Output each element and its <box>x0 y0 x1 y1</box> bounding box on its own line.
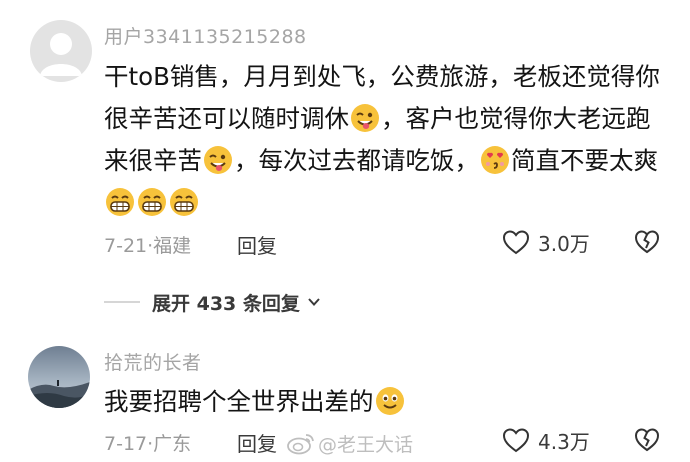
comment-date: 7-17 <box>104 433 148 455</box>
chevron-down-icon <box>308 298 320 306</box>
grin-emoji <box>106 188 134 216</box>
watermark: @老王大话 <box>286 428 413 458</box>
expand-replies-label: 展开 433 条回复 <box>152 292 300 315</box>
watermark-text: @老王大话 <box>318 433 414 456</box>
landscape-avatar-image <box>28 346 90 408</box>
comment-meta: 7-17·广东 <box>104 429 191 456</box>
comment-meta: 7-21·福建 <box>104 231 191 258</box>
comment-text-segment: 我要招聘个全世界出差的 <box>104 387 374 416</box>
avatar[interactable] <box>30 20 92 82</box>
like-count: 3.0万 <box>538 231 590 256</box>
comment-date: 7-21 <box>104 235 148 257</box>
comment-item: 用户3341135215288 干toB销售，月月到处飞，公费旅游，老板还觉得你… <box>0 0 690 300</box>
comment-text-segment: 简直不要太爽 <box>511 146 658 175</box>
like-button[interactable]: 4.3万 <box>502 426 590 454</box>
broken-heart-icon[interactable] <box>634 229 660 255</box>
wink-tongue-emoji <box>351 104 379 132</box>
like-count: 4.3万 <box>538 429 590 454</box>
reply-button[interactable]: 回复 <box>237 230 277 259</box>
broken-heart-icon[interactable] <box>634 427 660 453</box>
reply-button[interactable]: 回复 <box>237 428 277 457</box>
comment-location: 福建 <box>153 235 192 257</box>
default-avatar-icon <box>30 20 92 82</box>
grin-emoji <box>170 188 198 216</box>
grin-emoji <box>138 188 166 216</box>
comment-username[interactable]: 拾荒的长者 <box>104 348 202 375</box>
comment-text: 干toB销售，月月到处飞，公费旅游，老板还觉得你很辛苦还可以随时调休 ，客户也觉… <box>104 56 664 224</box>
heart-icon <box>502 230 530 255</box>
heart-icon <box>502 428 530 453</box>
comment-text-segment: ，每次过去都请吃饭， <box>234 146 479 175</box>
weibo-logo-icon <box>287 434 314 455</box>
avatar[interactable] <box>28 346 90 408</box>
smile-emoji <box>375 387 404 415</box>
heart-eyes-kiss-emoji <box>481 146 509 174</box>
wink-tongue-emoji <box>204 146 232 174</box>
like-button[interactable]: 3.0万 <box>502 228 590 256</box>
expand-replies-button[interactable]: 展开 433 条回复 <box>104 288 322 316</box>
comment-text: 我要招聘个全世界出差的 <box>104 381 664 423</box>
comment-username[interactable]: 用户3341135215288 <box>104 22 307 49</box>
expand-divider <box>104 301 140 303</box>
comment-location: 广东 <box>153 433 192 455</box>
